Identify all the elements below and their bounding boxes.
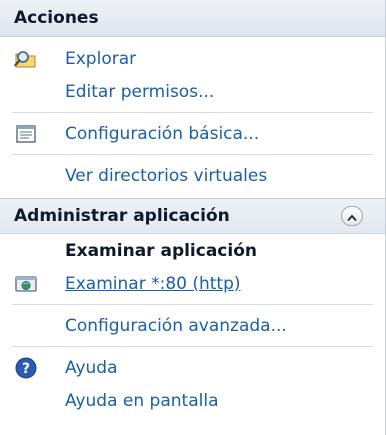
online-help-action[interactable]: Ayuda en pantalla [0,384,385,417]
explore-link[interactable]: Explorar [65,49,136,69]
view-virtual-dirs-link[interactable]: Ver directorios virtuales [65,166,267,186]
help-question-icon: ? [14,356,38,380]
advanced-settings-action[interactable]: Configuración avanzada... [0,309,385,342]
browse-app-heading: Examinar aplicación [65,240,257,261]
svg-text:?: ? [22,361,30,377]
help-action[interactable]: ? Ayuda [0,351,385,384]
basic-settings-link[interactable]: Configuración básica... [65,124,259,144]
actions-header: Acciones [0,0,385,37]
view-virtual-dirs-action[interactable]: Ver directorios virtuales [0,159,385,192]
edit-permissions-link[interactable]: Editar permisos... [65,82,214,102]
manage-app-section-header: Administrar aplicación [0,198,385,234]
explore-action[interactable]: Explorar [0,42,385,75]
advanced-settings-link[interactable]: Configuración avanzada... [65,316,287,336]
chevron-up-icon [347,207,357,226]
collapse-section-button[interactable] [341,206,363,226]
browse-app-heading-row: Examinar aplicación [0,234,385,267]
folder-search-icon [14,47,38,71]
actions-pane: Acciones Explorar Editar permisos... Con… [0,0,386,435]
manage-app-title: Administrar aplicación [14,206,230,226]
help-link[interactable]: Ayuda [65,358,118,378]
edit-permissions-action[interactable]: Editar permisos... [0,75,385,108]
online-help-link[interactable]: Ayuda en pantalla [65,391,219,411]
divider [12,154,373,155]
divider [12,112,373,113]
browser-globe-icon [14,272,38,296]
basic-settings-action[interactable]: Configuración básica... [0,117,385,150]
divider [12,304,373,305]
actions-title: Acciones [14,8,99,28]
browse-port-link[interactable]: Examinar *:80 (http) [65,274,241,294]
settings-window-icon [14,122,38,146]
browse-port-action[interactable]: Examinar *:80 (http) [0,267,385,300]
divider [12,346,373,347]
